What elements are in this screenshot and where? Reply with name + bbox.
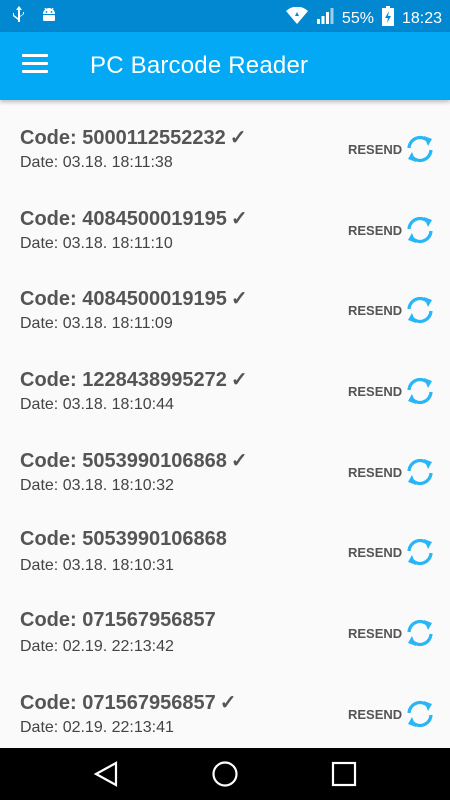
- battery-percent: 55%: [341, 9, 374, 27]
- status-bar: 55% 18:23: [0, 0, 450, 32]
- recents-icon[interactable]: [330, 760, 358, 788]
- barcode-code: Code: 5053990106868 ✓: [20, 448, 248, 473]
- resend-button[interactable]: RESEND: [348, 465, 402, 480]
- barcode-code-text: Code: 5000112552232: [20, 127, 226, 149]
- list-item[interactable]: Code: 5053990106868 ✓ Date: 03.18. 18:10:3…: [0, 423, 450, 504]
- refresh-icon[interactable]: [404, 133, 436, 165]
- back-icon[interactable]: [92, 760, 120, 788]
- scan-date: Date: 03.18. 18:10:32: [20, 476, 174, 494]
- home-icon[interactable]: [211, 760, 239, 788]
- signal-icon: [316, 7, 334, 30]
- navigation-bar: [0, 748, 450, 800]
- barcode-code-text: Code: 4084500019195: [20, 288, 227, 311]
- scan-date: Date: 02.19. 22:13:42: [20, 638, 174, 656]
- barcode-code-text: Code: 1228438995272: [20, 369, 227, 392]
- resend-button[interactable]: RESEND: [348, 303, 402, 318]
- sent-check-icon: ✓: [230, 288, 248, 311]
- scan-date: Date: 03.18. 18:10:31: [20, 557, 174, 575]
- barcode-code: Code: 4084500019195 ✓: [20, 206, 248, 231]
- list-item[interactable]: Code: 071567956857 Date: 02.19. 22:13:42 R…: [0, 584, 450, 665]
- battery-charging-icon: [381, 6, 394, 31]
- sent-check-icon: ✓: [230, 449, 248, 472]
- resend-button[interactable]: RESEND: [348, 626, 402, 641]
- resend-button[interactable]: RESEND: [348, 384, 402, 399]
- usb-icon: [12, 6, 26, 29]
- clock: 18:23: [401, 9, 442, 27]
- refresh-icon[interactable]: [404, 617, 436, 649]
- list-item[interactable]: Code: 4084500019195 ✓ Date: 03.18. 18:11:1…: [0, 181, 450, 262]
- refresh-icon[interactable]: [404, 294, 436, 326]
- scan-date: Date: 03.18. 18:11:10: [20, 234, 173, 252]
- refresh-icon[interactable]: [404, 214, 436, 246]
- barcode-code-text: Code: 5053990106868: [20, 449, 227, 472]
- barcode-code: Code: 4084500019195 ✓: [20, 286, 248, 311]
- refresh-icon[interactable]: [404, 456, 436, 488]
- wifi-icon: [285, 6, 308, 30]
- scan-date: Date: 03.18. 18:11:09: [20, 315, 173, 333]
- barcode-code-text: Code: 4084500019195: [20, 207, 227, 230]
- hamburger-menu-icon[interactable]: [22, 54, 48, 78]
- scan-date: Date: 03.18. 18:10:44: [20, 396, 174, 414]
- barcode-code-text: Code: 5053990106868: [20, 528, 227, 551]
- list-item[interactable]: Code: 071567956857 ✓ Date: 02.19. 22:13:41…: [0, 665, 450, 746]
- barcode-code: Code: 071567956857 ✓: [20, 690, 236, 715]
- barcode-code: Code: 071567956857: [20, 609, 220, 632]
- barcode-code-text: Code: 071567956857: [20, 609, 216, 632]
- refresh-icon[interactable]: [404, 375, 436, 407]
- resend-button[interactable]: RESEND: [348, 142, 402, 157]
- resend-button[interactable]: RESEND: [348, 707, 402, 722]
- sent-check-icon: ✓: [230, 369, 248, 392]
- sent-check-icon: ✓: [229, 127, 247, 149]
- barcode-code: Code: 5000112552232 ✓: [20, 125, 246, 150]
- barcode-code: Code: 1228438995272 ✓: [20, 367, 248, 392]
- scan-date: Date: 02.19. 22:13:41: [20, 718, 174, 736]
- app-title: PC Barcode Reader: [90, 52, 309, 79]
- resend-button[interactable]: RESEND: [348, 545, 402, 560]
- list-item[interactable]: Code: 5053990106868 Date: 03.18. 18:10:31…: [0, 503, 450, 584]
- refresh-icon[interactable]: [404, 536, 436, 568]
- sent-check-icon: ✓: [219, 691, 237, 714]
- barcode-code: Code: 5053990106868: [20, 528, 231, 551]
- list-item[interactable]: Code: 1228438995272 ✓ Date: 03.18. 18:10:4…: [0, 342, 450, 423]
- list-item[interactable]: Code: 4084500019195 ✓ Date: 03.18. 18:11:0…: [0, 261, 450, 342]
- refresh-icon[interactable]: [404, 698, 436, 730]
- app-bar: PC Barcode Reader: [0, 32, 450, 100]
- list-item[interactable]: Code: 5000112552232 ✓ Date: 03.18. 18:11:3…: [0, 100, 450, 181]
- barcode-code-text: Code: 071567956857: [20, 691, 216, 714]
- scan-date: Date: 03.18. 18:11:38: [20, 154, 173, 171]
- android-debug-icon: [40, 6, 58, 29]
- scan-history-list[interactable]: Code: 5000112552232 ✓ Date: 03.18. 18:11:3…: [0, 100, 450, 748]
- resend-button[interactable]: RESEND: [348, 223, 402, 238]
- sent-check-icon: ✓: [230, 207, 248, 230]
